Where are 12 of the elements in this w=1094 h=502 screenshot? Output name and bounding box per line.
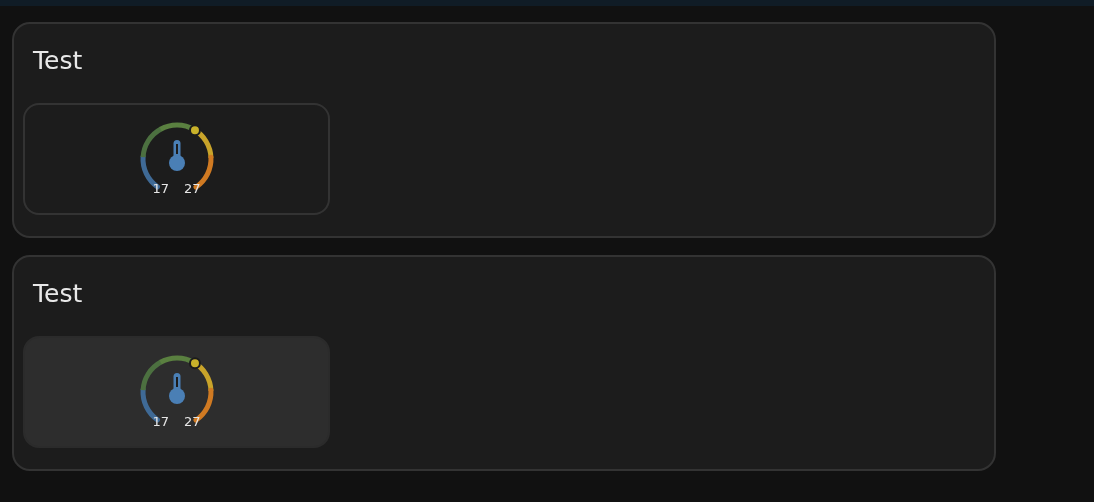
card-title: Test <box>33 279 83 308</box>
gauge-dot <box>188 124 201 137</box>
min-value: 17 <box>152 414 169 429</box>
thermometer-icon <box>168 140 185 171</box>
gauge-dot <box>188 357 201 370</box>
thermostat-tile[interactable]: 17 27 <box>23 336 330 448</box>
card-title: Test <box>33 46 83 75</box>
max-value: 27 <box>184 414 201 429</box>
max-value: 27 <box>184 181 201 196</box>
min-value: 17 <box>152 181 169 196</box>
thermostat-tile[interactable]: 17 27 <box>23 103 330 215</box>
thermometer-icon <box>168 373 185 404</box>
